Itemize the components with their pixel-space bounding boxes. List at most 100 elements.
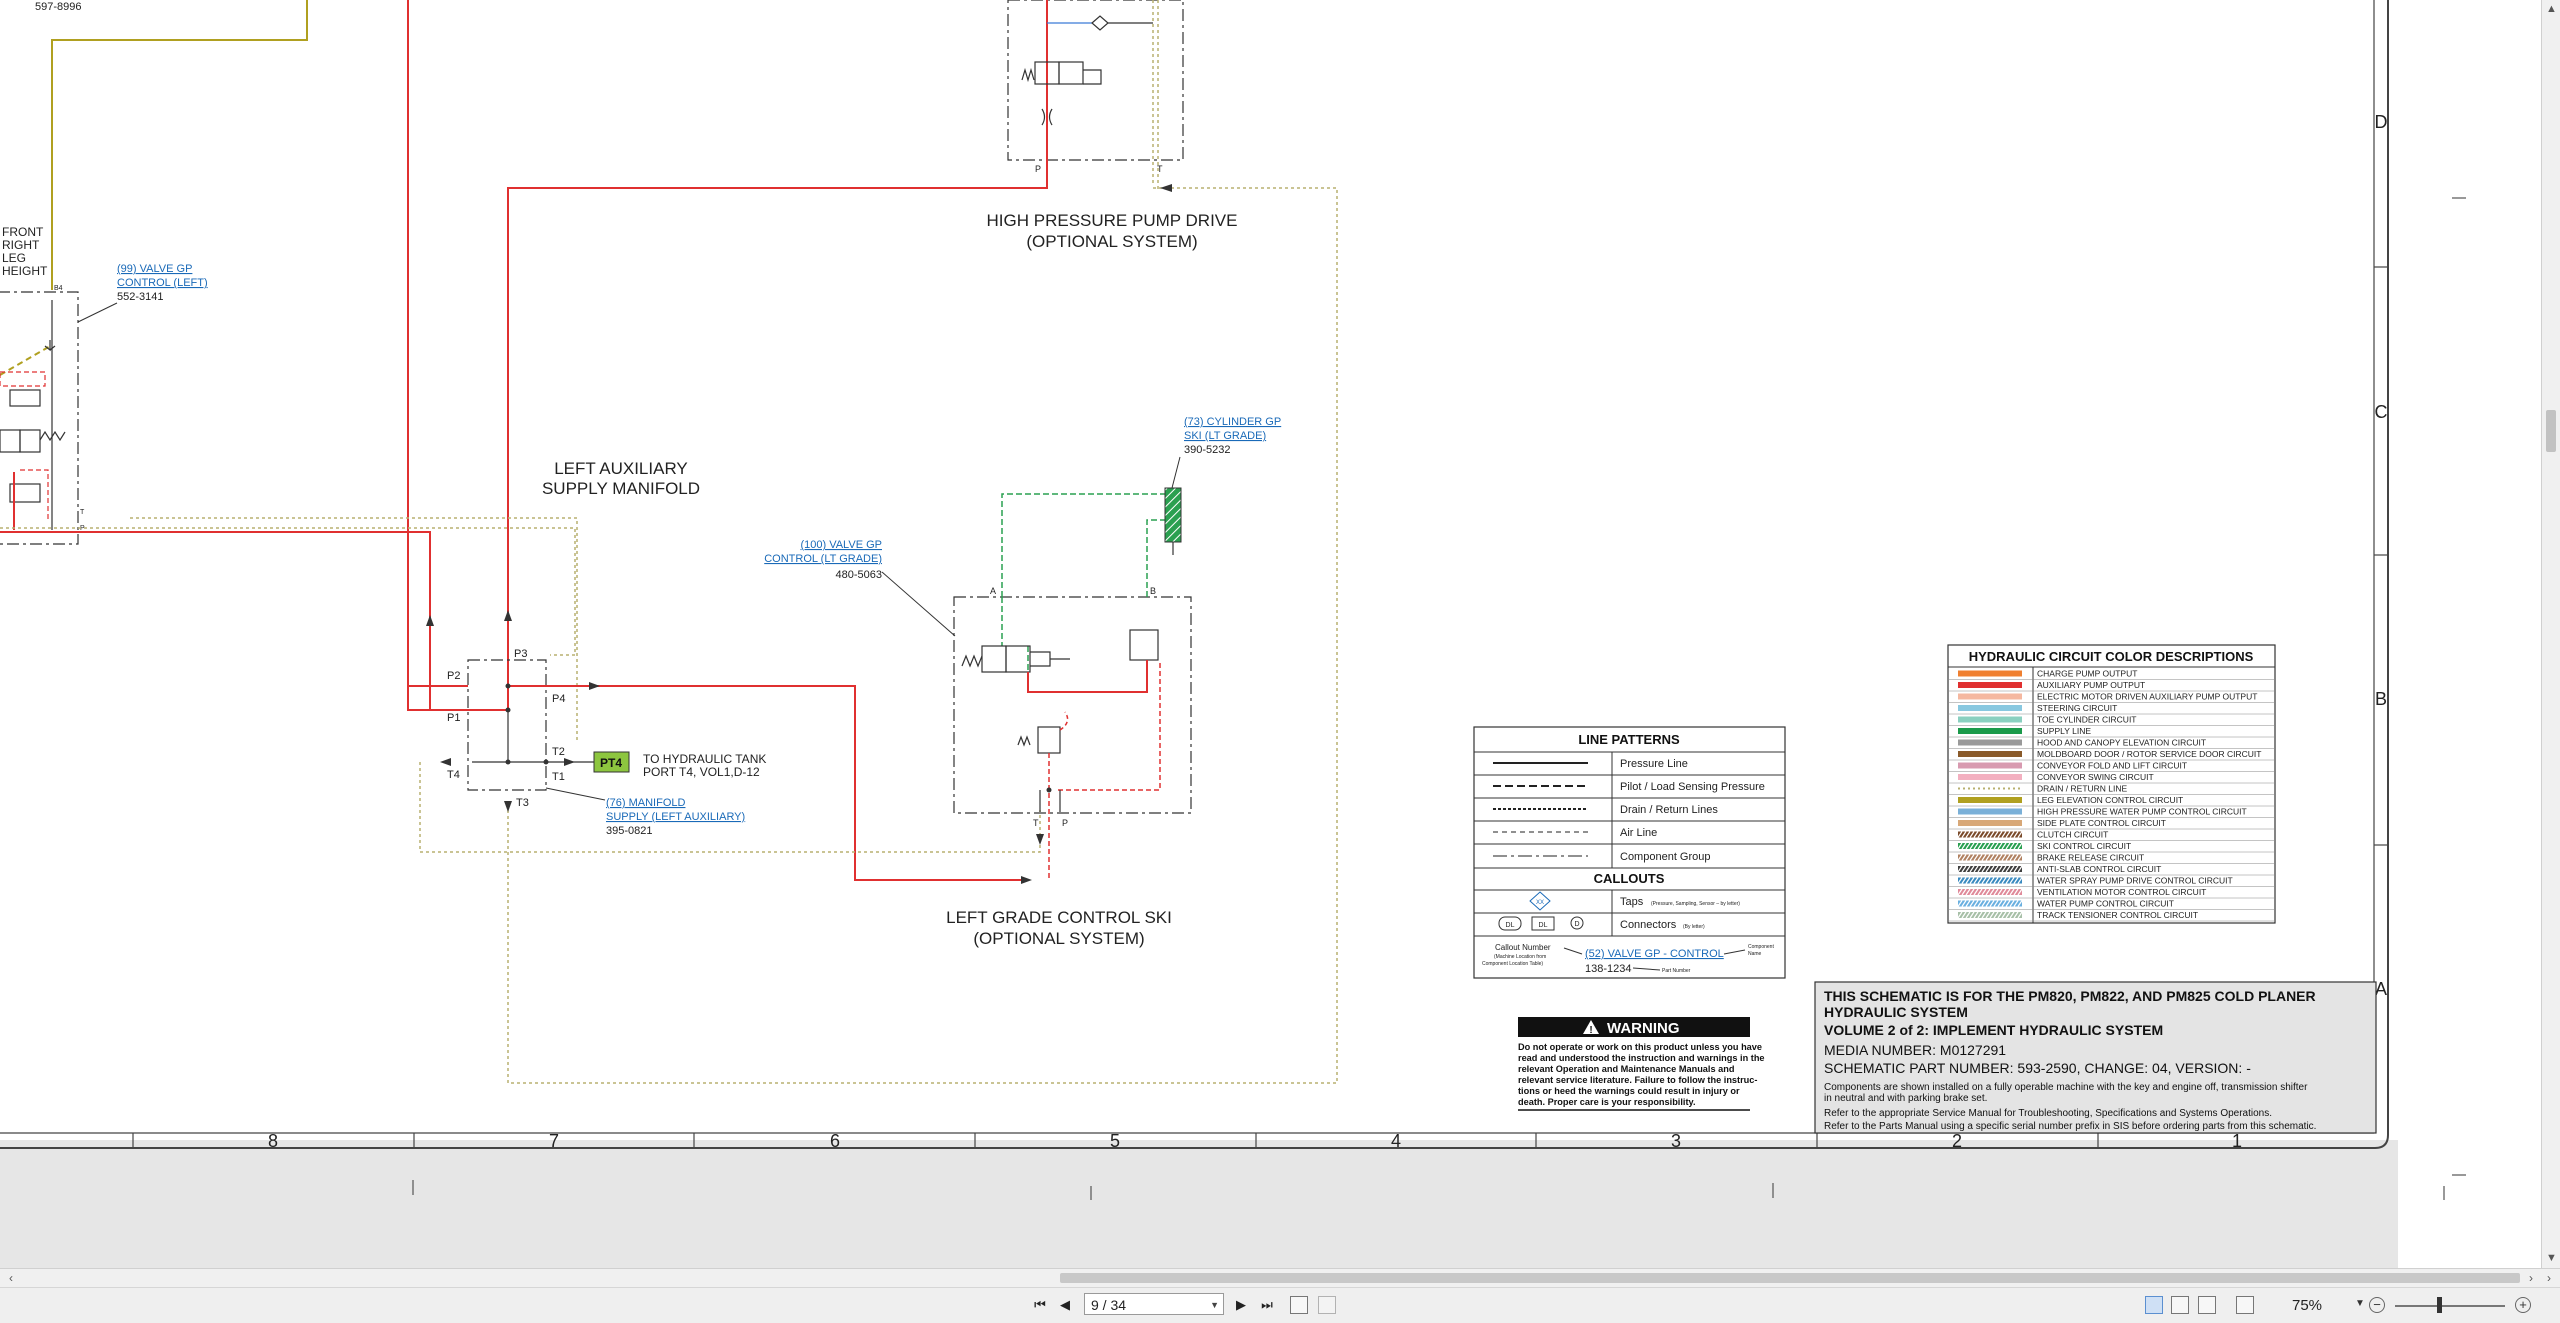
line-patterns-legend: LINE PATTERNS Pressure Line Pilot / Load… bbox=[1473, 726, 1786, 979]
scroll-down-icon[interactable]: ▼ bbox=[2542, 1249, 2560, 1268]
manifold-76-link[interactable]: (76) MANIFOLD bbox=[606, 797, 686, 809]
column-label: 1 bbox=[2232, 1131, 2242, 1151]
document-viewport[interactable]: D C B A 8 7 6 5 4 3 2 1 597-8996 FRONT R… bbox=[0, 0, 2541, 1268]
zoom-in-icon[interactable]: + bbox=[2515, 1297, 2531, 1313]
svg-text:Do not operate or work on this: Do not operate or work on this product u… bbox=[1518, 1042, 1762, 1052]
svg-text:LINE PATTERNS: LINE PATTERNS bbox=[1578, 732, 1680, 747]
horizontal-scrollbar[interactable]: ‹ › › bbox=[0, 1268, 2560, 1287]
column-label: 3 bbox=[1671, 1131, 1681, 1151]
next-page-button[interactable]: ▶ bbox=[1232, 1296, 1250, 1314]
svg-text:Part Number: Part Number bbox=[1662, 968, 1691, 974]
color-swatch bbox=[1958, 670, 2022, 677]
valve-100-link[interactable]: (100) VALVE GP bbox=[800, 539, 882, 551]
go-back-view-icon[interactable] bbox=[1290, 1296, 1308, 1314]
page-number-input[interactable]: 9 / 34 ▼ bbox=[1084, 1293, 1224, 1315]
valve-100-link[interactable]: CONTROL (LT GRADE) bbox=[764, 553, 882, 565]
color-swatch bbox=[1958, 820, 2022, 826]
svg-text:Component Group: Component Group bbox=[1620, 851, 1711, 863]
zoom-slider-handle[interactable] bbox=[2437, 1297, 2442, 1313]
column-label: 2 bbox=[1952, 1131, 1962, 1151]
column-label: 6 bbox=[830, 1131, 840, 1151]
svg-text:(By letter): (By letter) bbox=[1683, 924, 1705, 930]
color-swatch bbox=[1958, 808, 2022, 815]
svg-text:HYDRAULIC SYSTEM: HYDRAULIC SYSTEM bbox=[1824, 1004, 1968, 1020]
chevron-down-icon[interactable]: ▼ bbox=[1210, 1294, 1219, 1316]
valve-99-link[interactable]: (99) VALVE GP bbox=[117, 263, 192, 275]
color-legend-label: MOLDBOARD DOOR / ROTOR SERVICE DOOR CIRC… bbox=[2037, 749, 2262, 759]
color-legend-label: DRAIN / RETURN LINE bbox=[2037, 784, 2128, 794]
page-margin bbox=[2398, 0, 2541, 1268]
svg-text:XX: XX bbox=[1536, 900, 1544, 906]
vertical-scrollbar[interactable]: ▲ ▼ bbox=[2541, 0, 2560, 1268]
color-swatch bbox=[1958, 797, 2022, 803]
single-page-view-icon[interactable] bbox=[2145, 1296, 2163, 1314]
first-page-button[interactable]: ⏮ bbox=[1031, 1296, 1049, 1314]
svg-text:CALLOUTS: CALLOUTS bbox=[1594, 871, 1665, 886]
color-swatch bbox=[1958, 739, 2022, 746]
color-legend-label: CLUTCH CIRCUIT bbox=[2037, 830, 2108, 840]
title-block: THIS SCHEMATIC IS FOR THE PM820, PM822, … bbox=[1814, 981, 2377, 1134]
color-legend-label: STEERING CIRCUIT bbox=[2037, 703, 2117, 713]
zoom-out-icon[interactable]: − bbox=[2369, 1297, 2385, 1313]
svg-text:tions or heed the warnings cou: tions or heed the warnings could result … bbox=[1518, 1086, 1740, 1096]
scroll-up-icon[interactable]: ▲ bbox=[2542, 0, 2560, 19]
cylinder-73-link[interactable]: SKI (LT GRADE) bbox=[1184, 430, 1266, 442]
color-descriptions-legend: HYDRAULIC CIRCUIT COLOR DESCRIPTIONS CHA… bbox=[1947, 644, 2276, 924]
svg-text:P: P bbox=[1062, 818, 1068, 828]
color-swatch bbox=[1958, 705, 2022, 711]
go-forward-view-icon[interactable] bbox=[1318, 1296, 1336, 1314]
svg-text:P2: P2 bbox=[447, 670, 460, 682]
last-page-button[interactable]: ⏭ bbox=[1258, 1296, 1276, 1314]
manifold-76-link[interactable]: SUPPLY (LEFT AUXILIARY) bbox=[606, 811, 745, 823]
svg-text:T: T bbox=[1157, 164, 1163, 174]
example-callout-link: (52) VALVE GP - CONTROL bbox=[1585, 948, 1724, 960]
svg-text:THIS SCHEMATIC IS FOR THE PM82: THIS SCHEMATIC IS FOR THE PM820, PM822, … bbox=[1824, 988, 2316, 1004]
to-tank-label: PORT T4, VOL1,D-12 bbox=[643, 765, 760, 779]
color-legend-label: VENTILATION MOTOR CONTROL CIRCUIT bbox=[2037, 887, 2206, 897]
svg-text:in neutral and with parking br: in neutral and with parking brake set. bbox=[1824, 1093, 1987, 1104]
color-legend-label: AUXILIARY PUMP OUTPUT bbox=[2037, 680, 2145, 690]
color-swatch bbox=[1958, 716, 2022, 723]
previous-page-button[interactable]: ◀ bbox=[1056, 1296, 1074, 1314]
color-legend-label: BRAKE RELEASE CIRCUIT bbox=[2037, 853, 2144, 863]
color-legend-label: WATER PUMP CONTROL CIRCUIT bbox=[2037, 899, 2174, 909]
svg-text:MEDIA NUMBER: M0127291: MEDIA NUMBER: M0127291 bbox=[1824, 1042, 2006, 1058]
svg-text:VOLUME 2 of 2: IMPLEMENT HYDRA: VOLUME 2 of 2: IMPLEMENT HYDRAULIC SYSTE… bbox=[1824, 1022, 2163, 1038]
schematic-sheet: D C B A 8 7 6 5 4 3 2 1 597-8996 FRONT R… bbox=[0, 0, 2541, 1268]
zoom-dropdown-icon[interactable]: ▼ bbox=[2355, 1298, 2365, 1309]
scroll-right-end-icon[interactable]: › bbox=[2540, 1269, 2558, 1287]
vertical-scroll-thumb[interactable] bbox=[2546, 410, 2556, 452]
color-swatch bbox=[1958, 682, 2022, 688]
front-leg-label: FRONT bbox=[2, 225, 44, 239]
valve-99-link[interactable]: CONTROL (LEFT) bbox=[117, 277, 208, 289]
color-legend-label: LEG ELEVATION CONTROL CIRCUIT bbox=[2037, 795, 2183, 805]
svg-text:138-1234: 138-1234 bbox=[1585, 963, 1632, 975]
color-legend-label: TOE CYLINDER CIRCUIT bbox=[2037, 715, 2137, 725]
left-aux-title: LEFT AUXILIARY bbox=[554, 459, 688, 478]
continuous-view-icon[interactable] bbox=[2171, 1296, 2189, 1314]
svg-text:Connectors: Connectors bbox=[1620, 919, 1677, 931]
color-legend-label: CONVEYOR SWING CIRCUIT bbox=[2037, 772, 2154, 782]
horizontal-scroll-thumb[interactable] bbox=[1060, 1273, 2520, 1283]
svg-text:Component Location Table): Component Location Table) bbox=[1482, 961, 1543, 967]
cylinder-73-link[interactable]: (73) CYLINDER GP bbox=[1184, 416, 1281, 428]
svg-text:Component: Component bbox=[1748, 944, 1774, 950]
svg-text:death. Proper care is your res: death. Proper care is your responsibilit… bbox=[1518, 1097, 1696, 1107]
scroll-right-icon[interactable]: › bbox=[2522, 1269, 2540, 1287]
hp-pump-title: (OPTIONAL SYSTEM) bbox=[1026, 232, 1197, 251]
svg-text:P: P bbox=[1035, 164, 1041, 174]
svg-text:Refer to the appropriate Servi: Refer to the appropriate Service Manual … bbox=[1824, 1108, 2272, 1119]
color-legend-label: HOOD AND CANOPY ELEVATION CIRCUIT bbox=[2037, 738, 2206, 748]
zoom-slider[interactable] bbox=[2395, 1305, 2505, 1307]
svg-text:T3: T3 bbox=[516, 797, 529, 809]
pt4-label: PT4 bbox=[600, 756, 622, 770]
color-swatch bbox=[1958, 693, 2022, 700]
row-label: B bbox=[2375, 689, 2387, 709]
scroll-left-icon[interactable]: ‹ bbox=[2, 1269, 20, 1287]
fit-page-icon[interactable] bbox=[2236, 1296, 2254, 1314]
svg-text:T: T bbox=[80, 509, 85, 516]
color-legend-label: ANTI-SLAB CONTROL CIRCUIT bbox=[2037, 864, 2161, 874]
drawing-page bbox=[0, 0, 2398, 1140]
two-page-view-icon[interactable] bbox=[2198, 1296, 2216, 1314]
zoom-level[interactable]: 75% bbox=[2292, 1297, 2322, 1314]
